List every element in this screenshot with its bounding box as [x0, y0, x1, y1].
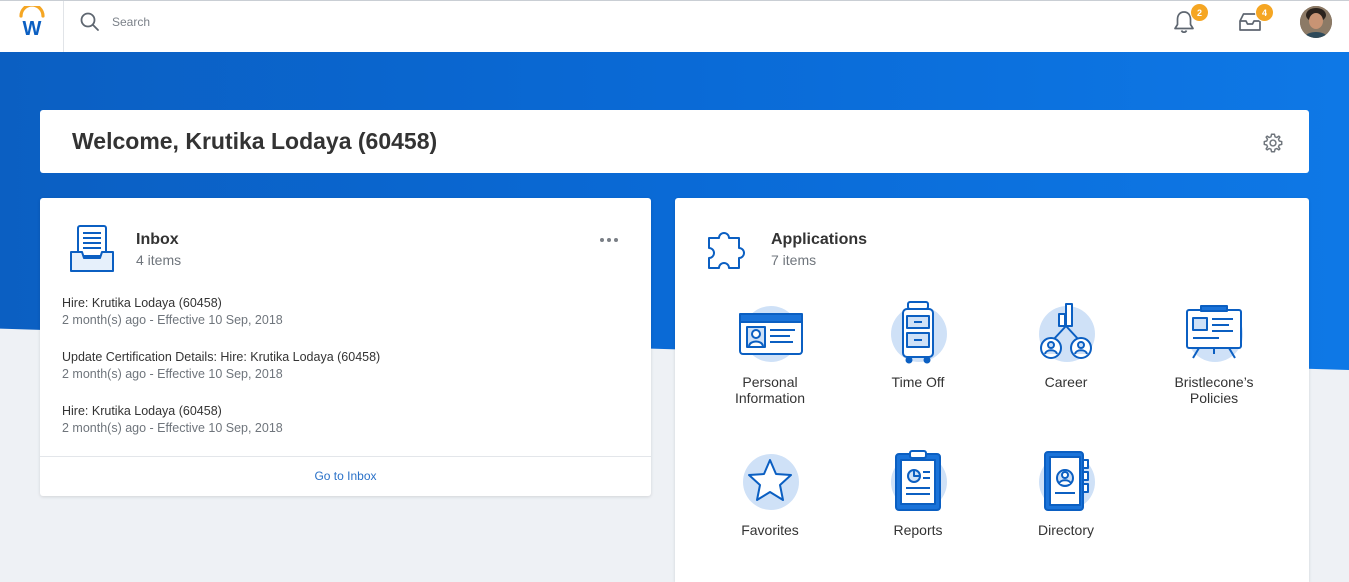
app-career[interactable]: Career [992, 300, 1140, 390]
inbox-item-count: 4 items [136, 252, 182, 268]
gear-icon[interactable] [1262, 132, 1284, 154]
user-photo-icon [1300, 6, 1332, 38]
app-time-off[interactable]: Time Off [844, 300, 992, 390]
id-card-icon [739, 313, 803, 355]
app-label-line: Policies [1189, 390, 1239, 406]
app-icon-wrapper [1031, 300, 1101, 366]
welcome-title: Welcome, Krutika Lodaya (60458) [72, 128, 438, 154]
app-label-line: Information [734, 390, 806, 406]
app-reports[interactable]: Reports [844, 448, 992, 538]
inbox-task-item[interactable]: Update Certification Details: Hire: Krut… [62, 349, 622, 383]
app-label: Time Off [844, 374, 992, 390]
app-label: Personal Information [696, 374, 844, 406]
star-icon [748, 459, 792, 501]
dot-icon [614, 238, 618, 242]
applications-card: Applications 7 items Personal Informatio… [675, 198, 1309, 582]
inbox-task-item[interactable]: Hire: Krutika Lodaya (60458) 2 month(s) … [62, 403, 622, 437]
app-label-line: Time Off [891, 374, 945, 390]
app-label: Career [992, 374, 1140, 390]
dot-icon [607, 238, 611, 242]
app-bristlecones-policies[interactable]: Bristlecone’s Policies [1140, 300, 1288, 406]
app-label: Favorites [696, 522, 844, 538]
inbox-badge: 4 [1255, 3, 1274, 22]
app-icon-wrapper [735, 448, 805, 514]
go-to-inbox-link[interactable]: Go to Inbox [40, 469, 651, 483]
app-label-line: Directory [1037, 522, 1094, 538]
app-personal-information[interactable]: Personal Information [696, 300, 844, 406]
app-label-line: Bristlecone’s [1174, 374, 1254, 390]
inbox-button[interactable]: 4 [1237, 3, 1274, 37]
inbox-title[interactable]: Inbox [136, 231, 179, 249]
app-icon-wrapper [735, 300, 805, 366]
suitcase-icon [902, 301, 934, 364]
applications-title[interactable]: Applications [771, 231, 867, 249]
user-avatar[interactable] [1300, 6, 1332, 38]
top-navigation-bar: W Search 2 4 [0, 0, 1349, 52]
task-meta: 2 month(s) ago - Effective 10 Sep, 2018 [62, 421, 283, 435]
address-book-icon [1044, 451, 1089, 511]
app-label-line: Reports [893, 522, 943, 538]
task-title: Hire: Krutika Lodaya (60458) [62, 296, 222, 310]
notifications-badge: 2 [1190, 3, 1209, 22]
workday-logo[interactable]: W [0, 1, 64, 52]
more-options-button[interactable] [598, 236, 622, 244]
presentation-board-icon [1186, 305, 1242, 359]
career-ladder-icon [1040, 303, 1092, 359]
divider [40, 456, 651, 457]
app-icon-wrapper [1031, 448, 1101, 514]
task-meta: 2 month(s) ago - Effective 10 Sep, 2018 [62, 313, 283, 327]
app-icon-wrapper [1179, 300, 1249, 366]
clipboard-chart-icon [895, 450, 941, 511]
applications-item-count: 7 items [771, 252, 817, 268]
inbox-card: Inbox 4 items Hire: Krutika Lodaya (6045… [40, 198, 651, 496]
app-label-line: Favorites [741, 522, 799, 538]
task-title: Update Certification Details: Hire: Krut… [62, 350, 381, 364]
app-icon-wrapper [883, 300, 953, 366]
app-icon-wrapper [883, 448, 953, 514]
search-icon [80, 12, 99, 31]
search-bar[interactable]: Search [80, 11, 150, 33]
puzzle-piece-icon [708, 232, 745, 269]
search-input[interactable]: Search [112, 15, 150, 29]
inbox-document-icon [70, 225, 114, 272]
app-directory[interactable]: Directory [992, 448, 1140, 538]
dot-icon [600, 238, 604, 242]
app-label-line: Career [1044, 374, 1088, 390]
workday-logo-icon: W [19, 6, 45, 38]
logo-letter: W [23, 18, 42, 38]
app-label: Bristlecone’s Policies [1140, 374, 1288, 406]
task-meta: 2 month(s) ago - Effective 10 Sep, 2018 [62, 367, 283, 381]
inbox-task-item[interactable]: Hire: Krutika Lodaya (60458) 2 month(s) … [62, 295, 622, 329]
app-label-line: Personal [742, 374, 798, 390]
app-favorites[interactable]: Favorites [696, 448, 844, 538]
app-label: Directory [992, 522, 1140, 538]
app-label: Reports [844, 522, 992, 538]
task-title: Hire: Krutika Lodaya (60458) [62, 404, 222, 418]
notifications-button[interactable]: 2 [1172, 3, 1209, 37]
welcome-banner: Welcome, Krutika Lodaya (60458) [40, 110, 1309, 173]
